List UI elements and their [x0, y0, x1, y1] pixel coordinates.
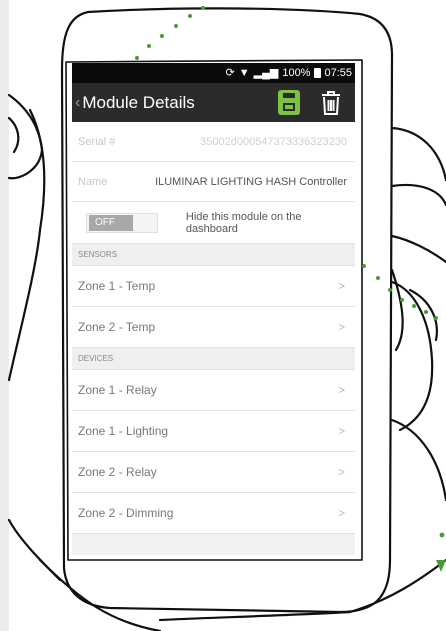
chevron-right-icon: > [337, 424, 345, 438]
sensors-section-header: SENSORS [72, 244, 355, 266]
page-title: Module Details [82, 92, 195, 112]
floppy-disk-icon [283, 93, 295, 98]
chevron-right-icon: > [337, 279, 345, 293]
hide-module-hint: Hide this module on the dashboard [185, 210, 302, 235]
floppy-disk-label-area [283, 103, 295, 111]
phone-screen: ⟳ ▼ ▂▄▆ 100% 07:55 ‹ Module Details Seri… [72, 63, 355, 555]
device-item-zone2-relay[interactable]: Zone 2 - Relay > [72, 452, 355, 493]
sync-icon: ⟳ [225, 66, 235, 79]
name-label: Name [78, 175, 108, 188]
hide-module-row: OFF Hide this module on the dashboard [72, 202, 355, 244]
serial-label: Serial # [78, 135, 116, 148]
list-item-label: Zone 1 - Lighting [78, 424, 169, 438]
chevron-right-icon: > [337, 383, 345, 397]
left-edge-strip [0, 0, 9, 631]
list-item-label: Zone 2 - Dimming [78, 506, 174, 520]
list-item-label: Zone 1 - Relay [78, 383, 157, 397]
list-item-label: Zone 2 - Relay [78, 465, 157, 479]
wifi-icon: ▼ [238, 66, 250, 79]
back-chevron-icon[interactable]: ‹ [75, 94, 80, 112]
trash-icon[interactable] [320, 90, 342, 116]
device-item-zone1-lighting[interactable]: Zone 1 - Lighting > [72, 411, 355, 452]
toggle-state-label: OFF [89, 214, 133, 231]
clock: 07:55 [324, 67, 352, 79]
chevron-right-icon: > [337, 320, 345, 334]
chevron-right-icon: > [337, 506, 345, 520]
battery-group: 07:55 [314, 67, 352, 79]
module-details-list: Serial # 35002d000547373336323230 Name I… [72, 122, 355, 534]
name-row[interactable]: Name ILUMINAR LIGHTING HASH Controller [72, 162, 355, 202]
serial-row: Serial # 35002d000547373336323230 [72, 122, 355, 162]
hide-module-toggle[interactable]: OFF [86, 212, 158, 233]
devices-section-header: DEVICES [72, 348, 355, 370]
device-item-zone1-relay[interactable]: Zone 1 - Relay > [72, 370, 355, 411]
name-value[interactable]: ILUMINAR LIGHTING HASH Controller [155, 176, 347, 188]
device-item-zone2-dimming[interactable]: Zone 2 - Dimming > [72, 493, 355, 534]
list-item-label: Zone 2 - Temp [78, 320, 156, 334]
signal-icon: ▂▄▆ [253, 66, 279, 79]
list-item-label: Zone 1 - Temp [78, 279, 156, 293]
save-button[interactable] [278, 90, 300, 115]
battery-percent: 100% [282, 67, 311, 79]
battery-icon [314, 68, 322, 78]
sensor-item-zone1-temp[interactable]: Zone 1 - Temp > [72, 266, 355, 307]
action-bar: ‹ Module Details [72, 83, 355, 122]
serial-value: 35002d000547373336323230 [200, 135, 347, 148]
status-bar: ⟳ ▼ ▂▄▆ 100% 07:55 [72, 63, 355, 83]
chevron-right-icon: > [337, 465, 345, 479]
sensor-item-zone2-temp[interactable]: Zone 2 - Temp > [72, 307, 355, 348]
